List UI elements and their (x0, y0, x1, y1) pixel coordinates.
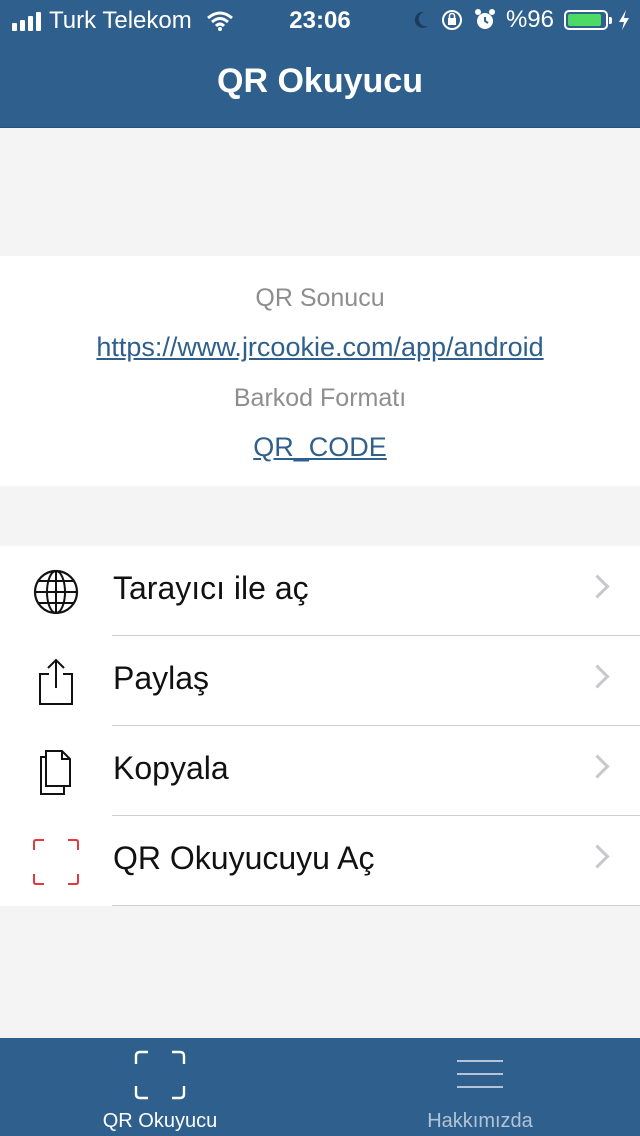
scan-frame-icon (33, 839, 79, 885)
qr-result-link[interactable]: https://www.jrcookie.com/app/android (0, 332, 640, 363)
share-label: Paylaş (113, 660, 210, 696)
header: Turk Telekom 23:06 %96 QR Okuyucu (0, 0, 640, 128)
tab-bar: QR Okuyucu Hakkımızda (0, 1038, 640, 1136)
scan-frame-icon (134, 1050, 186, 1100)
rotation-lock-icon (441, 10, 462, 30)
copy-row[interactable]: Kopyala (0, 726, 640, 816)
divider (112, 905, 640, 906)
share-icon (39, 658, 73, 705)
tab-about[interactable]: Hakkımızda (320, 1038, 640, 1136)
chevron-right-icon (585, 664, 610, 689)
moon-icon (414, 11, 428, 28)
open-scanner-label: QR Okuyucuyu Aç (113, 840, 375, 876)
page-title: QR Okuyucu (217, 62, 423, 100)
open-in-browser-label: Tarayıcı ile aç (113, 570, 309, 606)
chevron-right-icon (585, 844, 610, 869)
tab-qr-reader[interactable]: QR Okuyucu (0, 1038, 320, 1136)
globe-icon (33, 569, 79, 615)
status-right: %96 (412, 6, 630, 34)
tab-label: Hakkımızda (427, 1110, 533, 1132)
menu-icon (457, 1060, 503, 1088)
chevron-right-icon (585, 574, 610, 599)
copy-label: Kopyala (113, 750, 229, 786)
copy-icon (40, 750, 71, 795)
actions-list: Tarayıcı ile aç Paylaş Kopyala QR Okuyuc (0, 546, 640, 906)
barcode-format-value[interactable]: QR_CODE (0, 432, 640, 463)
battery-percent: %96 (505, 6, 554, 33)
chevron-right-icon (585, 754, 610, 779)
charging-icon (619, 10, 629, 30)
tab-label: QR Okuyucu (102, 1110, 218, 1132)
qr-result-label: QR Sonucu (255, 284, 385, 312)
open-in-browser-row[interactable]: Tarayıcı ile aç (0, 546, 640, 636)
battery-icon (564, 10, 612, 30)
status-bar: Turk Telekom 23:06 %96 (0, 0, 640, 40)
alarm-icon (474, 9, 495, 29)
result-card: QR Sonucu https://www.jrcookie.com/app/a… (0, 256, 640, 486)
open-scanner-row[interactable]: QR Okuyucuyu Aç (0, 816, 640, 906)
share-row[interactable]: Paylaş (0, 636, 640, 726)
barcode-format-label: Barkod Formatı (233, 384, 407, 412)
